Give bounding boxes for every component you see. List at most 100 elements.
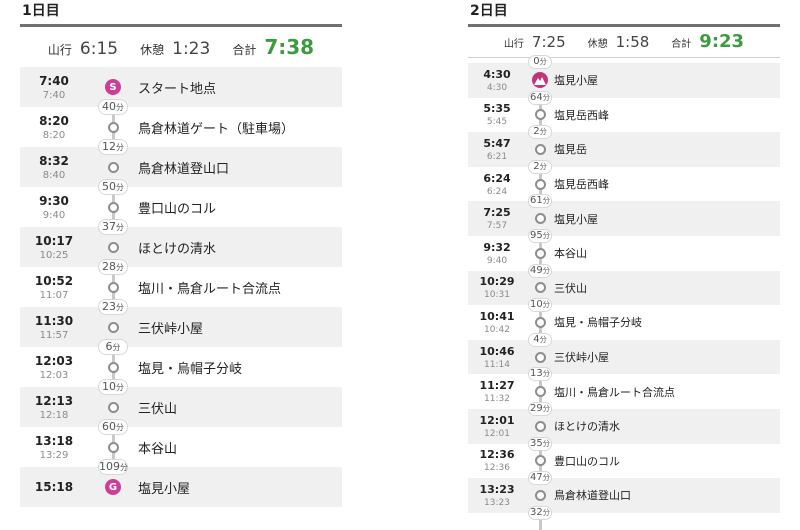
stop-row[interactable]: 5:47 6:21 塩見岳 (468, 132, 780, 167)
stop-row[interactable]: 12:01 12:01 ほとけの清水 (468, 408, 780, 444)
stop-times: 10:41 10:42 (468, 305, 526, 340)
stop-row[interactable]: 12:03 12:03 塩見・烏帽子分岐 (20, 347, 342, 387)
duration-value: 49 (530, 264, 543, 276)
stop-row[interactable]: 10:41 10:42 塩見・烏帽子分岐 (468, 305, 780, 340)
duration-unit: 分 (116, 423, 124, 432)
stop-name[interactable]: 塩見岳西峰 (554, 167, 780, 202)
stop-times: 10:46 11:14 (468, 340, 526, 375)
stop-row[interactable]: 8:32 8:40 鳥倉林道登山口 (20, 147, 342, 187)
arrival-time: 8:20 (39, 113, 69, 128)
stop-times: 12:03 12:03 (20, 347, 88, 387)
stop-row[interactable]: 13:23 13:23 鳥倉林道登山口 (468, 478, 780, 513)
stop-name[interactable]: 三伏山 (554, 271, 780, 306)
stop-name[interactable]: 三伏山 (138, 387, 342, 427)
stop-name[interactable]: 塩見小屋 (138, 467, 342, 507)
planned-time: 12:18 (39, 409, 69, 421)
climb-time-label: 山行 (503, 39, 524, 50)
stop-row[interactable]: 12:36 12:36 豊口山のコル (468, 444, 780, 479)
stop-row[interactable]: 10:52 11:07 塩川・鳥倉ルート合流点 (20, 267, 342, 307)
stop-name[interactable]: ほとけの清水 (138, 227, 342, 267)
stop-row[interactable]: 8:20 8:20 鳥倉林道ゲート（駐車場） (20, 107, 342, 147)
stop-row[interactable]: 5:35 5:45 塩見岳西峰 (468, 98, 780, 133)
stop-times: 5:47 6:21 (468, 132, 526, 167)
stop-times: 10:17 10:25 (20, 227, 88, 267)
waypoint-icon (107, 281, 119, 293)
stop-row[interactable]: 7:25 7:57 塩見小屋 (468, 201, 780, 236)
arrival-time: 8:32 (39, 153, 69, 168)
stop-name[interactable]: 鳥倉林道登山口 (138, 147, 342, 187)
segment-duration: 95分 (528, 229, 552, 243)
total-time-label: 合計 (232, 43, 257, 57)
stop-row[interactable]: 15:18 G 塩見小屋 (20, 467, 342, 507)
stop-name[interactable]: 塩見岳西峰 (554, 98, 780, 133)
stop-name[interactable]: 塩見小屋 (554, 201, 780, 236)
stop-row[interactable]: 13:18 13:29 本谷山 (20, 427, 342, 467)
arrival-time: 10:52 (34, 273, 74, 288)
stop-name[interactable]: 豊口山のコル (554, 444, 780, 479)
segment-duration: 50分 (98, 179, 128, 195)
stop-row[interactable]: 6:24 6:24 塩見岳西峰 (468, 167, 780, 202)
segment-duration: 47分 (528, 471, 552, 486)
stop-name[interactable]: 塩見岳 (554, 132, 780, 167)
stop-times: 9:30 9:40 (20, 187, 88, 227)
stop-row[interactable]: 10:29 10:31 三伏山 (468, 270, 780, 306)
planned-time: 13:29 (39, 449, 69, 461)
stop-times: 9:32 9:40 (468, 236, 526, 271)
stop-times: 12:13 12:18 (20, 387, 88, 427)
waypoint-icon (107, 441, 119, 453)
stop-row[interactable]: 10:46 11:14 三伏峠小屋 (468, 339, 780, 375)
rest-time-group: 休憩 1:23 (140, 29, 210, 70)
stop-name[interactable]: ほとけの清水 (554, 409, 780, 444)
waypoint-icon (534, 489, 546, 501)
arrival-time: 13:23 (479, 482, 515, 496)
stop-name[interactable]: 塩見・烏帽子分岐 (554, 305, 780, 340)
arrival-time: 11:30 (34, 313, 74, 328)
duration-unit: 分 (542, 300, 550, 310)
stop-name[interactable]: 豊口山のコル (138, 187, 342, 227)
stop-row[interactable]: 12:13 12:18 三伏山 (20, 387, 342, 427)
segment-duration: 2分 (528, 125, 552, 140)
waypoint-icon (107, 321, 119, 333)
stop-name[interactable]: 三伏峠小屋 (554, 340, 780, 375)
duration-unit: 分 (120, 463, 128, 472)
stop-times: 8:32 8:40 (20, 147, 88, 187)
duration-value: 40 (102, 100, 117, 113)
stop-row[interactable]: 7:40 7:40 S スタート地点 (20, 67, 342, 107)
planned-time: 9:40 (42, 209, 66, 221)
duration-unit: 分 (116, 263, 124, 272)
arrival-time: 6:24 (483, 171, 511, 185)
stop-times: 12:36 12:36 (468, 444, 526, 479)
stop-times: 12:01 12:01 (468, 409, 526, 444)
waypoint-icon (534, 247, 546, 259)
duration-unit: 分 (542, 196, 550, 206)
stop-name[interactable]: 本谷山 (138, 427, 342, 467)
arrival-time: 12:01 (479, 413, 515, 427)
stop-row[interactable]: 11:27 11:32 塩川・鳥倉ルート合流点 (468, 374, 780, 409)
duration-unit: 分 (542, 265, 550, 275)
arrival-time: 10:46 (479, 344, 515, 358)
duration-value: 50 (102, 180, 117, 193)
stop-row[interactable]: 4:30 4:30 塩見小屋 (468, 63, 780, 98)
stop-name[interactable]: 塩見・烏帽子分岐 (138, 347, 342, 387)
duration-unit: 分 (542, 404, 550, 413)
stop-row[interactable]: 9:32 9:40 本谷山 (468, 236, 780, 271)
stop-row[interactable]: 10:17 10:25 ほとけの清水 (20, 227, 342, 267)
stop-name[interactable]: 鳥倉林道登山口 (554, 478, 780, 513)
stop-row[interactable]: 9:30 9:40 豊口山のコル (20, 187, 342, 227)
stop-name[interactable]: 本谷山 (554, 236, 780, 271)
segment-duration: 28分 (98, 259, 128, 275)
waypoint-icon (534, 282, 546, 294)
arrival-time: 12:03 (34, 353, 74, 368)
stop-name[interactable]: 鳥倉林道ゲート（駐車場） (138, 107, 342, 147)
stop-row[interactable]: 11:30 11:57 三伏峠小屋 (20, 307, 342, 347)
stop-name[interactable]: 塩見小屋 (554, 63, 780, 98)
stop-times: 11:30 11:57 (20, 307, 88, 347)
stop-name[interactable]: スタート地点 (138, 67, 342, 107)
goal-icon: G (105, 479, 121, 495)
duration-unit: 分 (542, 507, 550, 517)
arrival-time: 13:18 (34, 433, 74, 448)
stop-name[interactable]: 三伏峠小屋 (138, 307, 342, 347)
stop-name[interactable]: 塩川・鳥倉ルート合流点 (554, 374, 780, 409)
stop-name[interactable]: 塩川・鳥倉ルート合流点 (138, 267, 342, 307)
waypoint-icon (534, 109, 546, 121)
